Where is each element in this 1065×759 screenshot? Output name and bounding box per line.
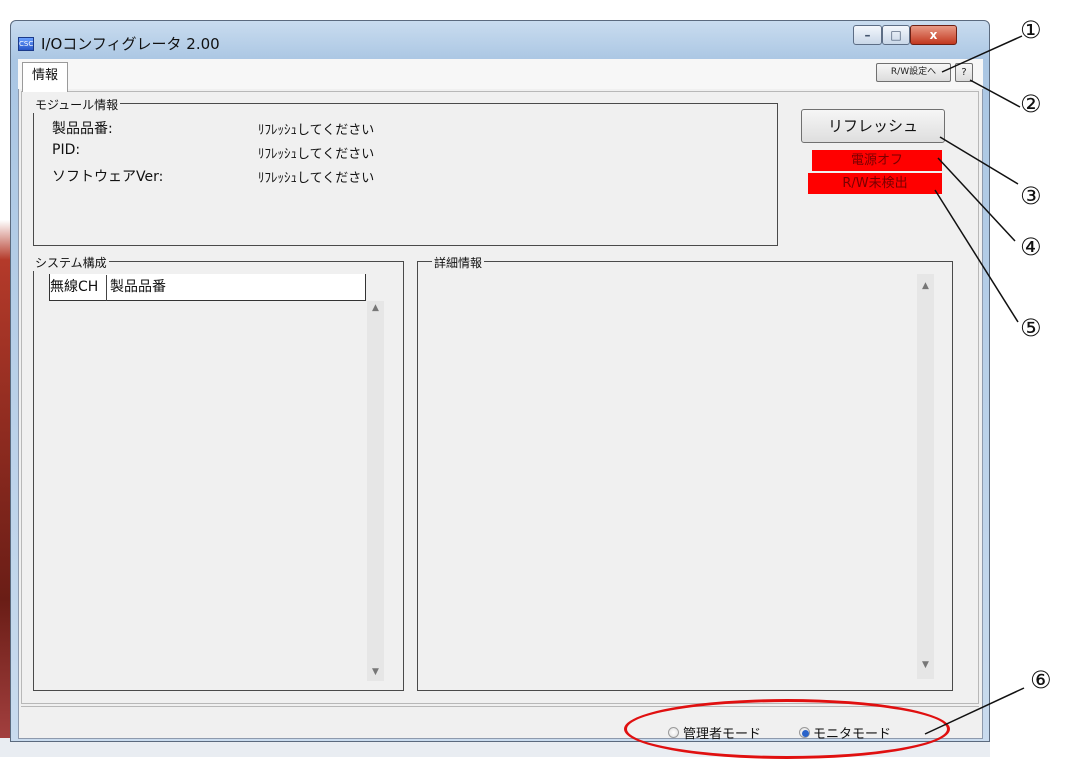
callout-4: ④: [1020, 233, 1042, 261]
callout-1: ①: [1020, 16, 1042, 44]
callout-6: ⑥: [1030, 666, 1052, 694]
callout-line-5: [934, 189, 1019, 323]
callout-line-4: [937, 157, 1016, 242]
callout-line-1: [941, 35, 1023, 73]
callout-3: ③: [1020, 182, 1042, 210]
callout-5: ⑤: [1020, 314, 1042, 342]
callout-line-2: [969, 79, 1021, 108]
callout-lines: [924, 35, 1025, 735]
callout-line-3: [939, 136, 1019, 185]
callout-2: ②: [1020, 90, 1042, 118]
callout-line-6: [924, 687, 1025, 735]
